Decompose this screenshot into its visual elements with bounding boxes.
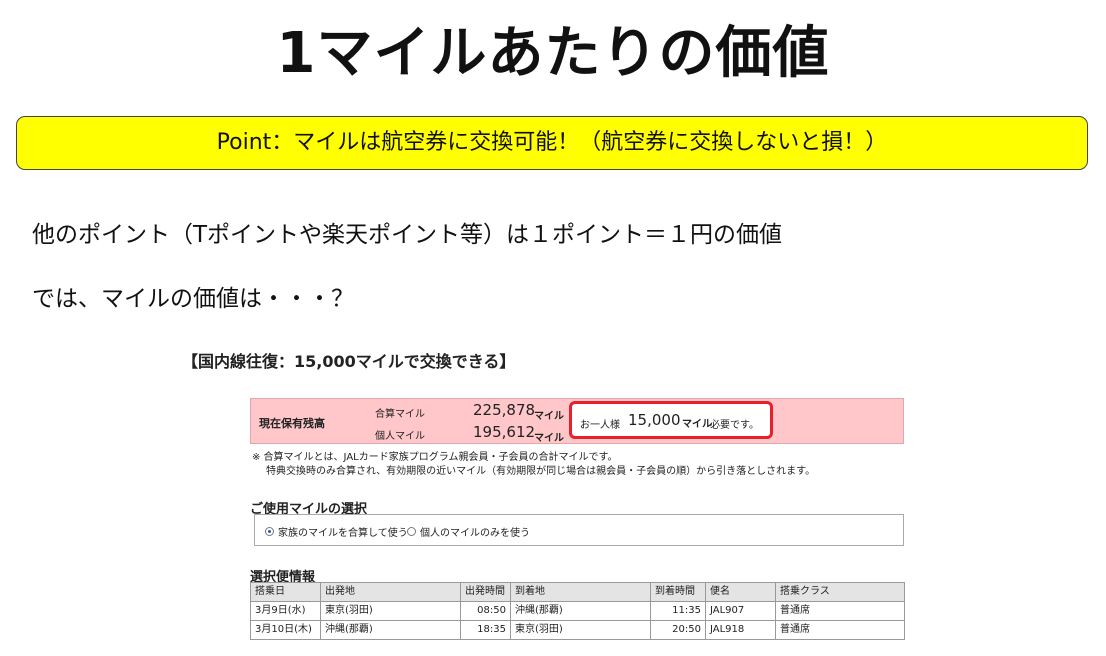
total-miles-label: 合算マイル <box>375 409 425 420</box>
cell-origin: 沖縄(那覇) <box>320 620 461 640</box>
cell-class: 普通席 <box>775 620 905 640</box>
table-row: 3月10日(木) 沖縄(那覇) 18:35 東京(羽田) 20:50 JAL91… <box>250 620 905 640</box>
total-miles-unit: マイル <box>534 411 564 422</box>
cell-class: 普通席 <box>775 601 905 621</box>
table-header-row: 搭乗日 出発地 出発時間 到着地 到着時間 便名 搭乗クラス <box>250 582 905 602</box>
required-prefix: お一人様 <box>580 420 620 431</box>
col-header: 到着地 <box>510 582 651 602</box>
personal-miles-value: 195,612 <box>473 423 536 441</box>
mile-selection-group: 家族のマイルを合算して使う 個人のマイルのみを使う <box>254 514 904 546</box>
radio-family-miles[interactable]: 家族のマイルを合算して使う <box>265 524 408 539</box>
col-header: 搭乗クラス <box>775 582 905 602</box>
required-miles-value: 15,000 <box>628 411 681 429</box>
mile-balance-panel: 現在保有残高 合算マイル 225,878 マイル 個人マイル 195,612 マ… <box>250 398 904 444</box>
col-header: 便名 <box>705 582 776 602</box>
col-header: 出発時間 <box>460 582 511 602</box>
personal-miles-unit: マイル <box>534 433 564 444</box>
balance-header: 現在保有残高 <box>259 417 325 430</box>
radio-unselected-icon[interactable] <box>407 527 416 536</box>
exchange-heading: 【国内線往復：15,000マイルで交換できる】 <box>182 352 516 371</box>
cell-destination: 沖縄(那覇) <box>510 601 651 621</box>
embedded-screenshot: 【国内線往復：15,000マイルで交換できる】 現在保有残高 合算マイル 225… <box>182 346 922 652</box>
cell-departure-time: 08:50 <box>460 601 511 621</box>
note-text: ※ 合算マイルとは、JALカード家族プログラム親会員・子会員の合計マイルです。 <box>252 452 618 463</box>
cell-arrival-time: 20:50 <box>650 620 706 640</box>
cell-destination: 東京(羽田) <box>510 620 651 640</box>
col-header: 出発地 <box>320 582 461 602</box>
radio-personal-miles[interactable]: 個人のマイルのみを使う <box>407 524 530 539</box>
cell-arrival-time: 11:35 <box>650 601 706 621</box>
required-miles-box: お一人様 15,000 マイル 必要です。 <box>569 401 773 439</box>
cell-flight-number: JAL907 <box>705 601 776 621</box>
cell-flight-number: JAL918 <box>705 620 776 640</box>
col-header: 搭乗日 <box>250 582 321 602</box>
note-text: 特典交換時のみ合算され、有効期限の近いマイル（有効期限が同じ場合は親会員・子会員… <box>266 466 816 477</box>
required-miles-unit: マイル <box>682 419 712 430</box>
body-text-line: では、マイルの価値は・・・？ <box>32 286 354 312</box>
page-title: 1マイルあたりの価値 <box>276 21 830 86</box>
cell-departure-time: 18:35 <box>460 620 511 640</box>
radio-label: 家族のマイルを合算して使う <box>278 528 408 539</box>
table-row: 3月9日(水) 東京(羽田) 08:50 沖縄(那覇) 11:35 JAL907… <box>250 601 905 621</box>
personal-miles-label: 個人マイル <box>375 431 425 442</box>
total-miles-value: 225,878 <box>473 401 536 419</box>
cell-date: 3月9日(水) <box>250 601 321 621</box>
required-suffix: 必要です。 <box>710 420 759 431</box>
point-callout: Point：マイルは航空券に交換可能！（航空券に交換しないと損！） <box>16 116 1088 170</box>
cell-origin: 東京(羽田) <box>320 601 461 621</box>
radio-selected-icon[interactable] <box>265 527 274 536</box>
col-header: 到着時間 <box>650 582 706 602</box>
radio-label: 個人のマイルのみを使う <box>420 528 530 539</box>
flight-info-table: 搭乗日 出発地 出発時間 到着地 到着時間 便名 搭乗クラス 3月9日(水) 東… <box>250 582 905 640</box>
cell-date: 3月10日(木) <box>250 620 321 640</box>
body-text-line: 他のポイント（Tポイントや楽天ポイント等）は１ポイント＝１円の価値 <box>32 222 783 248</box>
